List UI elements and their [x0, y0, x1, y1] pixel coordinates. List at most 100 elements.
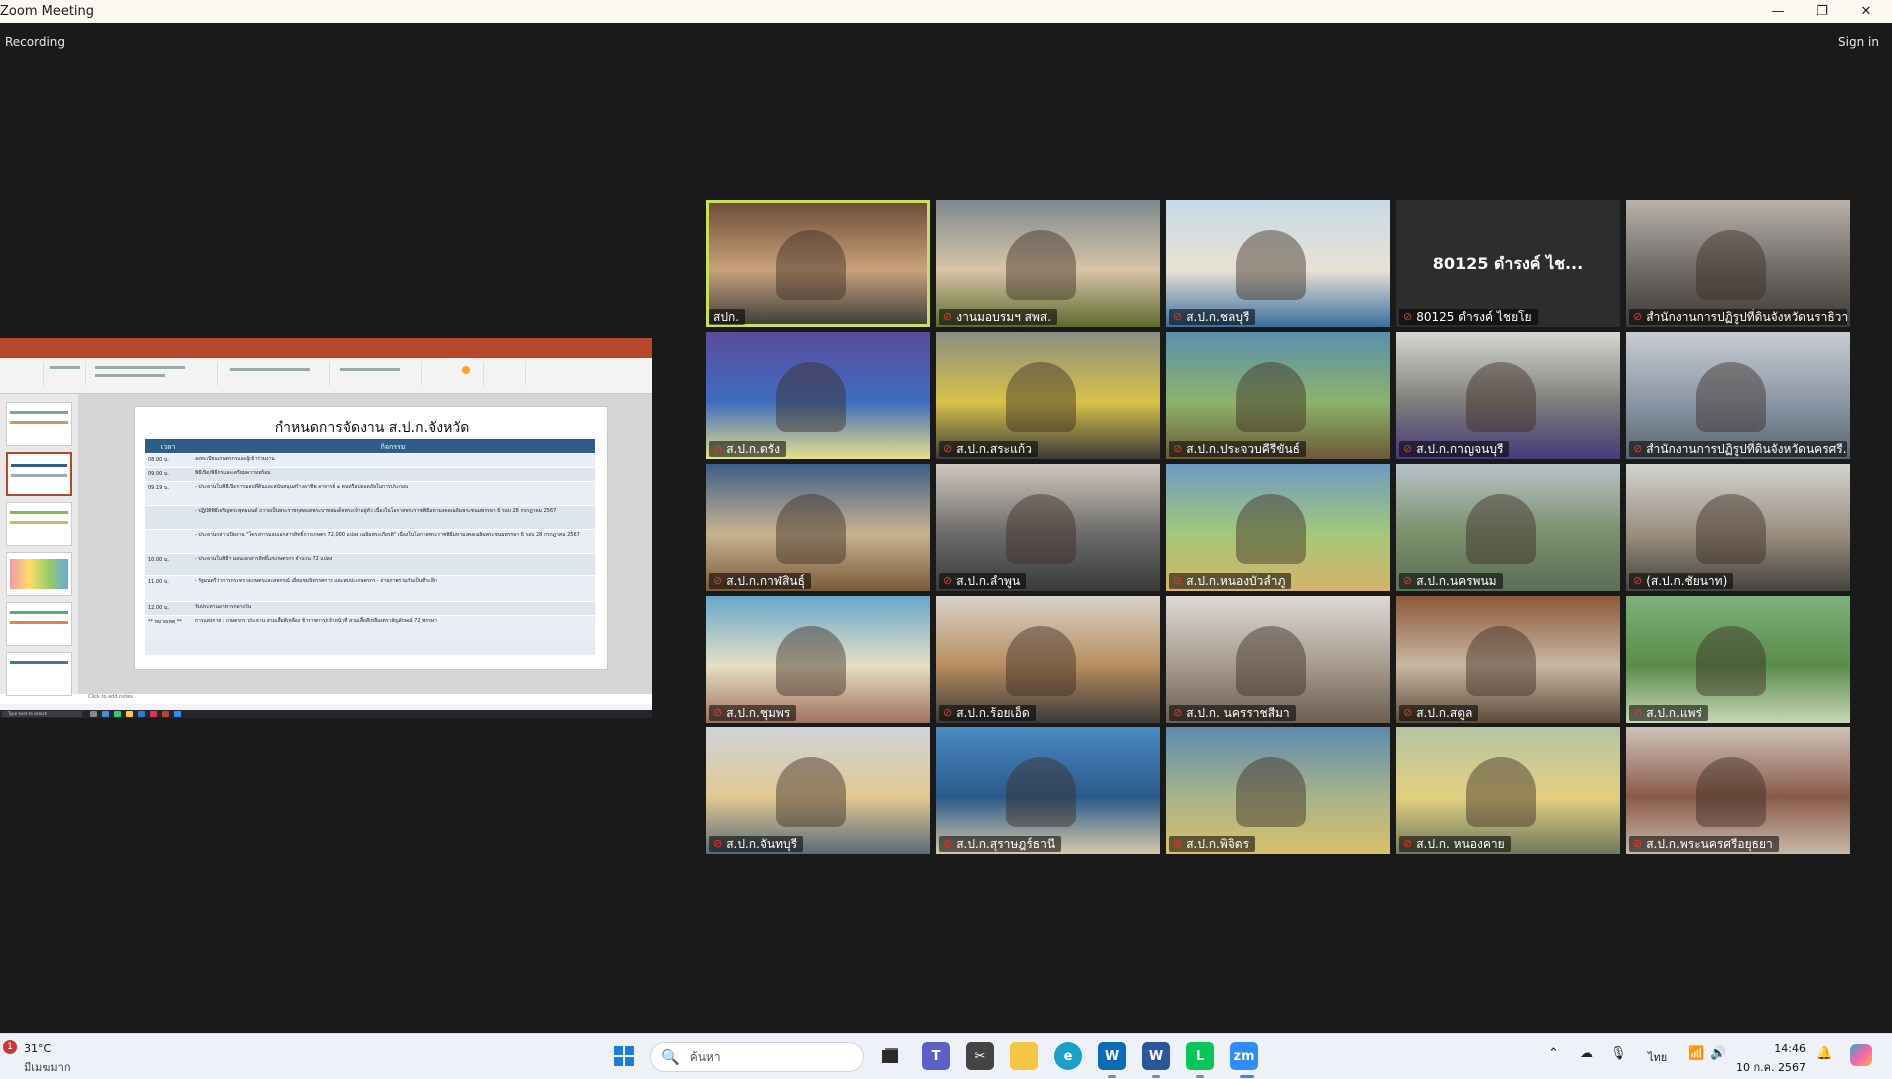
participant-name: ส.ป.ก.ชุมพร	[726, 706, 791, 720]
participant-tile[interactable]: ⊘ ส.ป.ก.สตูล	[1396, 596, 1620, 723]
participant-name: ส.ป.ก.นครพนม	[1416, 574, 1497, 588]
start-icon[interactable]	[610, 1042, 638, 1070]
table-row: 08.00 น. ลงทะเบียนเกษตรกรและผู้เข้าร่วมงา…	[145, 453, 595, 467]
participant-tile[interactable]: ⊘ งานมอบรมฯ สพส.	[936, 200, 1160, 327]
row-activity: - ปฏิบัติพิธีเจริญพระพุทธมนต์ ถวายเป็นพร…	[195, 508, 557, 514]
snipping-tool-icon[interactable]: ✂	[966, 1042, 994, 1070]
copilot-icon[interactable]	[1850, 1044, 1872, 1066]
participant-video	[1236, 230, 1306, 300]
participant-tile[interactable]: ⊘ ส.ป.ก.จันทบุรี	[706, 727, 930, 854]
participant-name: สำนักงานการปฏิรูปที่ดินจังหวัดนครศรี...	[1646, 442, 1847, 456]
notification-bell-icon[interactable]: 🔔	[1816, 1046, 1832, 1061]
edge-icon[interactable]: e	[1054, 1042, 1082, 1070]
participant-name: ส.ป.ก.แพร่	[1646, 706, 1702, 720]
muted-mic-icon: ⊘	[1403, 574, 1413, 587]
participant-tile[interactable]: ⊘ ส.ป.ก.แพร่	[1626, 596, 1850, 723]
file-explorer-icon[interactable]	[1010, 1042, 1038, 1070]
participant-name: ส.ป.ก. หนองคาย	[1416, 837, 1505, 851]
table-row: - ประธานกล่าวเปิดงาน "โครงการมอบเอกสารสิ…	[145, 529, 595, 553]
muted-mic-icon: ⊘	[1173, 706, 1183, 719]
participant-tile[interactable]: ⊘ ส.ป.ก.ลำพูน	[936, 464, 1160, 591]
participant-video	[1006, 626, 1076, 696]
tray-chevron-icon[interactable]: ⌃	[1548, 1046, 1559, 1061]
participant-tile[interactable]: ⊘ (ส.ป.ก.ชัยนาท)	[1626, 464, 1850, 591]
volume-icon[interactable]: 🔊	[1710, 1046, 1726, 1061]
slide-canvas: กำหนดการจัดงาน ส.ป.ก.จังหวัด เวลา กิจกรร…	[78, 394, 652, 694]
row-activity: ลงทะเบียนเกษตรกรและผู้เข้าร่วมงาน	[195, 456, 275, 462]
participant-tile[interactable]: ⊘ ส.ป.ก.สระแก้ว	[936, 332, 1160, 459]
participant-name-label: ⊘ ส.ป.ก.พระนครศรีอยุธยา	[1629, 836, 1779, 852]
weather-badge[interactable]: 1	[3, 1040, 17, 1054]
participant-tile[interactable]: ⊘ ส.ป.ก.นครพนม	[1396, 464, 1620, 591]
muted-mic-icon: ⊘	[1633, 442, 1643, 455]
line-icon[interactable]: L	[1186, 1042, 1214, 1070]
participant-video	[776, 757, 846, 827]
muted-mic-icon: ⊘	[1403, 310, 1413, 323]
participant-name: ส.ป.ก.ร้อยเอ็ด	[956, 706, 1030, 720]
window-title: Zoom Meeting	[0, 4, 95, 19]
participant-tile[interactable]: ⊘ ส.ป.ก.ชลบุรี	[1166, 200, 1390, 327]
shared-screen[interactable]: กำหนดการจัดงาน ส.ป.ก.จังหวัด เวลา กิจกรร…	[0, 338, 652, 718]
word-icon[interactable]: W	[1142, 1042, 1170, 1070]
participant-video	[1006, 230, 1076, 300]
weather-temperature[interactable]: 31°C	[24, 1042, 51, 1055]
weather-description[interactable]: มีเมฆมาก	[24, 1058, 71, 1076]
task-view-icon[interactable]	[876, 1042, 904, 1070]
participant-tile[interactable]: ⊘ ส.ป.ก.ตรัง	[706, 332, 930, 459]
minimize-button[interactable]: —	[1756, 0, 1800, 23]
microphone-icon[interactable]: 🎙	[1610, 1046, 1627, 1061]
taskbar-search[interactable]: 🔍 ค้นหา	[650, 1042, 864, 1072]
participant-name: ส.ป.ก.ตรัง	[726, 442, 780, 456]
participant-tile[interactable]: ⊘ ส.ป.ก.หนองบัวลำภู	[1166, 464, 1390, 591]
participant-tile[interactable]: ⊘ ส.ป.ก.กาฬสินธุ์	[706, 464, 930, 591]
participant-name-label: ⊘ งานมอบรมฯ สพส.	[939, 309, 1058, 325]
language-indicator[interactable]: ไทย	[1648, 1048, 1667, 1066]
clock-date[interactable]: 10 ก.ค. 2567	[1736, 1058, 1806, 1076]
participant-tile[interactable]: ⊘ สำนักงานการปฏิรูปที่ดินจังหวัดนครศรี...	[1626, 332, 1850, 459]
participant-tile[interactable]: ⊘ ส.ป.ก.พระนครศรีอยุธยา	[1626, 727, 1850, 854]
onedrive-icon[interactable]: ☁	[1580, 1046, 1593, 1061]
participant-tile[interactable]: ⊘ ส.ป.ก.พิจิตร	[1166, 727, 1390, 854]
sign-in-button[interactable]: Sign in	[1838, 35, 1879, 49]
participant-video	[776, 626, 846, 696]
teams-icon[interactable]: T	[922, 1042, 950, 1070]
zoom-icon[interactable]: zm	[1230, 1042, 1258, 1070]
participant-name-label: ⊘ ส.ป.ก.ลำพูน	[939, 573, 1027, 589]
participant-name-label: ⊘ ส.ป.ก. หนองคาย	[1399, 836, 1511, 852]
participant-tile[interactable]: สปก.	[706, 200, 930, 327]
participant-name-label: ⊘ ส.ป.ก.หนองบัวลำภู	[1169, 573, 1292, 589]
ppt-ribbon-tabs	[0, 350, 652, 358]
row-time: ** หมายเหตุ **	[148, 619, 182, 625]
participant-name: งานมอบรมฯ สพส.	[956, 310, 1052, 324]
participant-tile[interactable]: ⊘ ส.ป.ก. นครราชสีมา	[1166, 596, 1390, 723]
search-input[interactable]: ค้นหา	[690, 1048, 721, 1067]
participant-name-label: ⊘ (ส.ป.ก.ชัยนาท)	[1629, 573, 1734, 589]
muted-mic-icon: ⊘	[943, 837, 953, 850]
participant-tile[interactable]: ⊘ ส.ป.ก. หนองคาย	[1396, 727, 1620, 854]
participant-tile[interactable]: ⊘ ส.ป.ก.ชุมพร	[706, 596, 930, 723]
muted-mic-icon: ⊘	[1173, 310, 1183, 323]
participant-name-label: ⊘ ส.ป.ก.สตูล	[1399, 705, 1479, 721]
participant-tile[interactable]: ⊘ ส.ป.ก.สุราษฎร์ธานี	[936, 727, 1160, 854]
maximize-button[interactable]: ❐	[1800, 0, 1844, 23]
participant-tile[interactable]: ⊘ ส.ป.ก.กาญจนบุรี	[1396, 332, 1620, 459]
participant-video	[1466, 362, 1536, 432]
table-row: 11.00 น. - รัฐมนตรีว่าการกระทรวงเกษตรและส…	[145, 575, 595, 601]
close-button[interactable]: ✕	[1844, 0, 1888, 23]
row-activity: การแต่งกาย : เกษตรกร ประธาน สวมเสื้อสีเห…	[195, 618, 437, 624]
participant-name-label: ⊘ ส.ป.ก.กาญจนบุรี	[1399, 441, 1510, 457]
participant-tile[interactable]: 80125 ดำรงค์ ไช... ⊘ 80125 ดำรงค์ ไชยโย	[1396, 200, 1620, 327]
table-row: 09.00 น. พิธีเปิด/พิธีกรและเตรียมความพร้อ…	[145, 467, 595, 481]
participant-tile[interactable]: ⊘ ส.ป.ก.ประจวบคีรีขันธ์	[1166, 332, 1390, 459]
participant-video	[1466, 626, 1536, 696]
app-icon[interactable]: W	[1098, 1042, 1126, 1070]
participant-tile[interactable]: ⊘ ส.ป.ก.ร้อยเอ็ด	[936, 596, 1160, 723]
participant-name: ส.ป.ก.จันทบุรี	[726, 837, 798, 851]
ppt-titlebar	[0, 338, 652, 350]
row-activity: - ประธานในพิธีเปิดการมอบที่ดินและสนับสนุ…	[195, 484, 409, 490]
participant-tile[interactable]: ⊘ สำนักงานการปฏิรูปที่ดินจังหวัดนราธิวาส	[1626, 200, 1850, 327]
row-time: 08.00 น.	[148, 457, 169, 463]
participant-video	[1466, 757, 1536, 827]
clock-time[interactable]: 14:46	[1746, 1042, 1806, 1055]
wifi-icon[interactable]: 📶	[1688, 1046, 1704, 1061]
